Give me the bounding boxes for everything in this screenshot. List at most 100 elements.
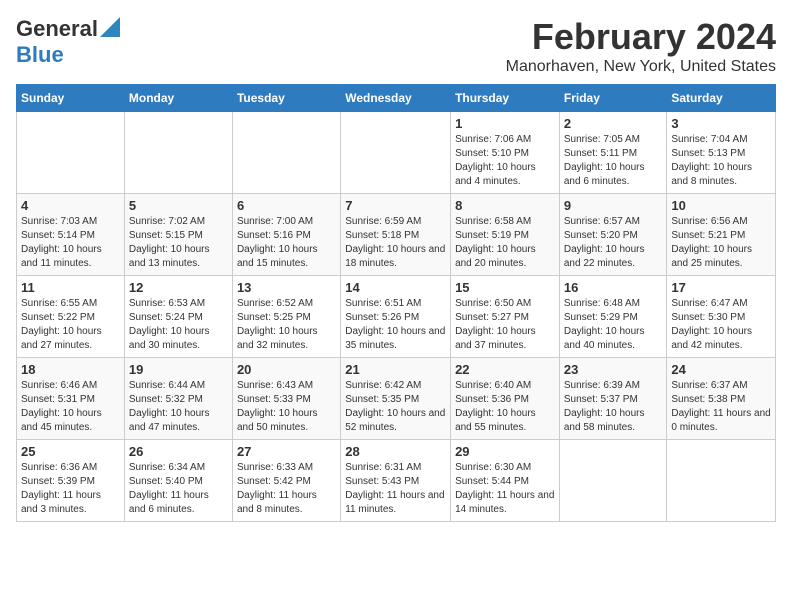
day-detail: Sunrise: 7:06 AM Sunset: 5:10 PM Dayligh… xyxy=(455,133,555,189)
calendar-cell xyxy=(667,440,776,522)
day-detail: Sunrise: 7:05 AM Sunset: 5:11 PM Dayligh… xyxy=(564,133,663,189)
header-sunday: Sunday xyxy=(17,85,125,112)
calendar-cell: 8Sunrise: 6:58 AM Sunset: 5:19 PM Daylig… xyxy=(451,194,560,276)
day-detail: Sunrise: 6:40 AM Sunset: 5:36 PM Dayligh… xyxy=(455,379,555,435)
calendar-cell: 5Sunrise: 7:02 AM Sunset: 5:15 PM Daylig… xyxy=(124,194,232,276)
calendar-cell: 1 Sunrise: 7:06 AM Sunset: 5:10 PM Daylig… xyxy=(451,112,560,194)
day-detail: Sunrise: 6:42 AM Sunset: 5:35 PM Dayligh… xyxy=(345,379,446,435)
page-header: General Blue February 2024 Manorhaven, N… xyxy=(16,16,776,76)
calendar-cell: 14Sunrise: 6:51 AM Sunset: 5:26 PM Dayli… xyxy=(341,276,451,358)
week-row-3: 11Sunrise: 6:55 AM Sunset: 5:22 PM Dayli… xyxy=(17,276,776,358)
day-detail: Sunrise: 6:43 AM Sunset: 5:33 PM Dayligh… xyxy=(237,379,336,435)
day-number: 6 xyxy=(237,198,336,213)
calendar-cell: 20Sunrise: 6:43 AM Sunset: 5:33 PM Dayli… xyxy=(232,358,340,440)
day-number: 15 xyxy=(455,280,555,295)
day-detail: Sunrise: 7:03 AM Sunset: 5:14 PM Dayligh… xyxy=(21,215,120,271)
day-detail: Sunrise: 6:46 AM Sunset: 5:31 PM Dayligh… xyxy=(21,379,120,435)
day-number: 26 xyxy=(129,444,228,459)
day-number: 1 xyxy=(455,116,555,131)
logo-text-blue: Blue xyxy=(16,42,64,67)
calendar-cell: 16 Sunrise: 6:48 AM Sunset: 5:29 PM Dayli… xyxy=(559,276,667,358)
header-friday: Friday xyxy=(559,85,667,112)
calendar-cell xyxy=(341,112,451,194)
day-number: 18 xyxy=(21,362,120,377)
week-row-4: 18 Sunrise: 6:46 AM Sunset: 5:31 PM Dayli… xyxy=(17,358,776,440)
day-detail: Sunrise: 6:53 AM Sunset: 5:24 PM Dayligh… xyxy=(129,297,228,353)
day-detail: Sunrise: 6:47 AM Sunset: 5:30 PM Dayligh… xyxy=(671,297,771,353)
calendar-cell: 23Sunrise: 6:39 AM Sunset: 5:37 PM Dayli… xyxy=(559,358,667,440)
header-wednesday: Wednesday xyxy=(341,85,451,112)
day-detail: Sunrise: 6:56 AM Sunset: 5:21 PM Dayligh… xyxy=(671,215,771,271)
calendar-cell: 3 Sunrise: 7:04 AM Sunset: 5:13 PM Daylig… xyxy=(667,112,776,194)
page-title: February 2024 xyxy=(506,16,776,58)
day-number: 13 xyxy=(237,280,336,295)
calendar-cell: 2 Sunrise: 7:05 AM Sunset: 5:11 PM Daylig… xyxy=(559,112,667,194)
calendar-cell: 24 Sunrise: 6:37 AM Sunset: 5:38 PM Dayli… xyxy=(667,358,776,440)
calendar-cell: 15Sunrise: 6:50 AM Sunset: 5:27 PM Dayli… xyxy=(451,276,560,358)
day-detail: Sunrise: 6:59 AM Sunset: 5:18 PM Dayligh… xyxy=(345,215,446,271)
calendar-cell: 29 Sunrise: 6:30 AM Sunset: 5:44 PM Dayli… xyxy=(451,440,560,522)
calendar-cell: 21 Sunrise: 6:42 AM Sunset: 5:35 PM Dayli… xyxy=(341,358,451,440)
calendar-table: SundayMondayTuesdayWednesdayThursdayFrid… xyxy=(16,84,776,522)
calendar-cell: 25 Sunrise: 6:36 AM Sunset: 5:39 PM Dayli… xyxy=(17,440,125,522)
day-number: 16 xyxy=(564,280,663,295)
calendar-cell: 11Sunrise: 6:55 AM Sunset: 5:22 PM Dayli… xyxy=(17,276,125,358)
day-detail: Sunrise: 6:48 AM Sunset: 5:29 PM Dayligh… xyxy=(564,297,663,353)
page-subtitle: Manorhaven, New York, United States xyxy=(506,58,776,76)
day-detail: Sunrise: 6:58 AM Sunset: 5:19 PM Dayligh… xyxy=(455,215,555,271)
day-number: 28 xyxy=(345,444,446,459)
day-detail: Sunrise: 6:44 AM Sunset: 5:32 PM Dayligh… xyxy=(129,379,228,435)
calendar-cell: 7 Sunrise: 6:59 AM Sunset: 5:18 PM Daylig… xyxy=(341,194,451,276)
day-number: 25 xyxy=(21,444,120,459)
day-number: 3 xyxy=(671,116,771,131)
calendar-cell xyxy=(124,112,232,194)
week-row-2: 4 Sunrise: 7:03 AM Sunset: 5:14 PM Daylig… xyxy=(17,194,776,276)
logo: General Blue xyxy=(16,16,120,68)
day-number: 10 xyxy=(671,198,771,213)
day-detail: Sunrise: 6:39 AM Sunset: 5:37 PM Dayligh… xyxy=(564,379,663,435)
calendar-cell: 19 Sunrise: 6:44 AM Sunset: 5:32 PM Dayli… xyxy=(124,358,232,440)
calendar-cell: 26 Sunrise: 6:34 AM Sunset: 5:40 PM Dayli… xyxy=(124,440,232,522)
calendar-cell: 6 Sunrise: 7:00 AM Sunset: 5:16 PM Daylig… xyxy=(232,194,340,276)
day-number: 7 xyxy=(345,198,446,213)
logo-arrow-icon xyxy=(100,17,120,37)
calendar-cell: 13 Sunrise: 6:52 AM Sunset: 5:25 PM Dayli… xyxy=(232,276,340,358)
day-number: 27 xyxy=(237,444,336,459)
day-detail: Sunrise: 7:00 AM Sunset: 5:16 PM Dayligh… xyxy=(237,215,336,271)
day-detail: Sunrise: 6:52 AM Sunset: 5:25 PM Dayligh… xyxy=(237,297,336,353)
day-detail: Sunrise: 6:36 AM Sunset: 5:39 PM Dayligh… xyxy=(21,461,120,517)
header-thursday: Thursday xyxy=(451,85,560,112)
day-number: 21 xyxy=(345,362,446,377)
calendar-cell: 10 Sunrise: 6:56 AM Sunset: 5:21 PM Dayli… xyxy=(667,194,776,276)
day-number: 29 xyxy=(455,444,555,459)
day-detail: Sunrise: 7:04 AM Sunset: 5:13 PM Dayligh… xyxy=(671,133,771,189)
day-detail: Sunrise: 6:34 AM Sunset: 5:40 PM Dayligh… xyxy=(129,461,228,517)
header-monday: Monday xyxy=(124,85,232,112)
calendar-cell: 22Sunrise: 6:40 AM Sunset: 5:36 PM Dayli… xyxy=(451,358,560,440)
day-detail: Sunrise: 6:33 AM Sunset: 5:42 PM Dayligh… xyxy=(237,461,336,517)
calendar-cell xyxy=(17,112,125,194)
day-number: 24 xyxy=(671,362,771,377)
week-row-1: 1 Sunrise: 7:06 AM Sunset: 5:10 PM Daylig… xyxy=(17,112,776,194)
day-detail: Sunrise: 6:57 AM Sunset: 5:20 PM Dayligh… xyxy=(564,215,663,271)
day-detail: Sunrise: 6:55 AM Sunset: 5:22 PM Dayligh… xyxy=(21,297,120,353)
calendar-cell: 28 Sunrise: 6:31 AM Sunset: 5:43 PM Dayli… xyxy=(341,440,451,522)
day-number: 4 xyxy=(21,198,120,213)
day-number: 14 xyxy=(345,280,446,295)
header-saturday: Saturday xyxy=(667,85,776,112)
day-detail: Sunrise: 6:31 AM Sunset: 5:43 PM Dayligh… xyxy=(345,461,446,517)
day-number: 9 xyxy=(564,198,663,213)
day-detail: Sunrise: 6:30 AM Sunset: 5:44 PM Dayligh… xyxy=(455,461,555,517)
calendar-cell: 18 Sunrise: 6:46 AM Sunset: 5:31 PM Dayli… xyxy=(17,358,125,440)
day-detail: Sunrise: 6:37 AM Sunset: 5:38 PM Dayligh… xyxy=(671,379,771,435)
day-detail: Sunrise: 7:02 AM Sunset: 5:15 PM Dayligh… xyxy=(129,215,228,271)
logo-text-general: General xyxy=(16,16,98,42)
header-tuesday: Tuesday xyxy=(232,85,340,112)
day-number: 2 xyxy=(564,116,663,131)
calendar-cell: 17Sunrise: 6:47 AM Sunset: 5:30 PM Dayli… xyxy=(667,276,776,358)
calendar-cell: 9 Sunrise: 6:57 AM Sunset: 5:20 PM Daylig… xyxy=(559,194,667,276)
day-number: 12 xyxy=(129,280,228,295)
calendar-cell: 27 Sunrise: 6:33 AM Sunset: 5:42 PM Dayli… xyxy=(232,440,340,522)
calendar-cell xyxy=(559,440,667,522)
day-number: 19 xyxy=(129,362,228,377)
